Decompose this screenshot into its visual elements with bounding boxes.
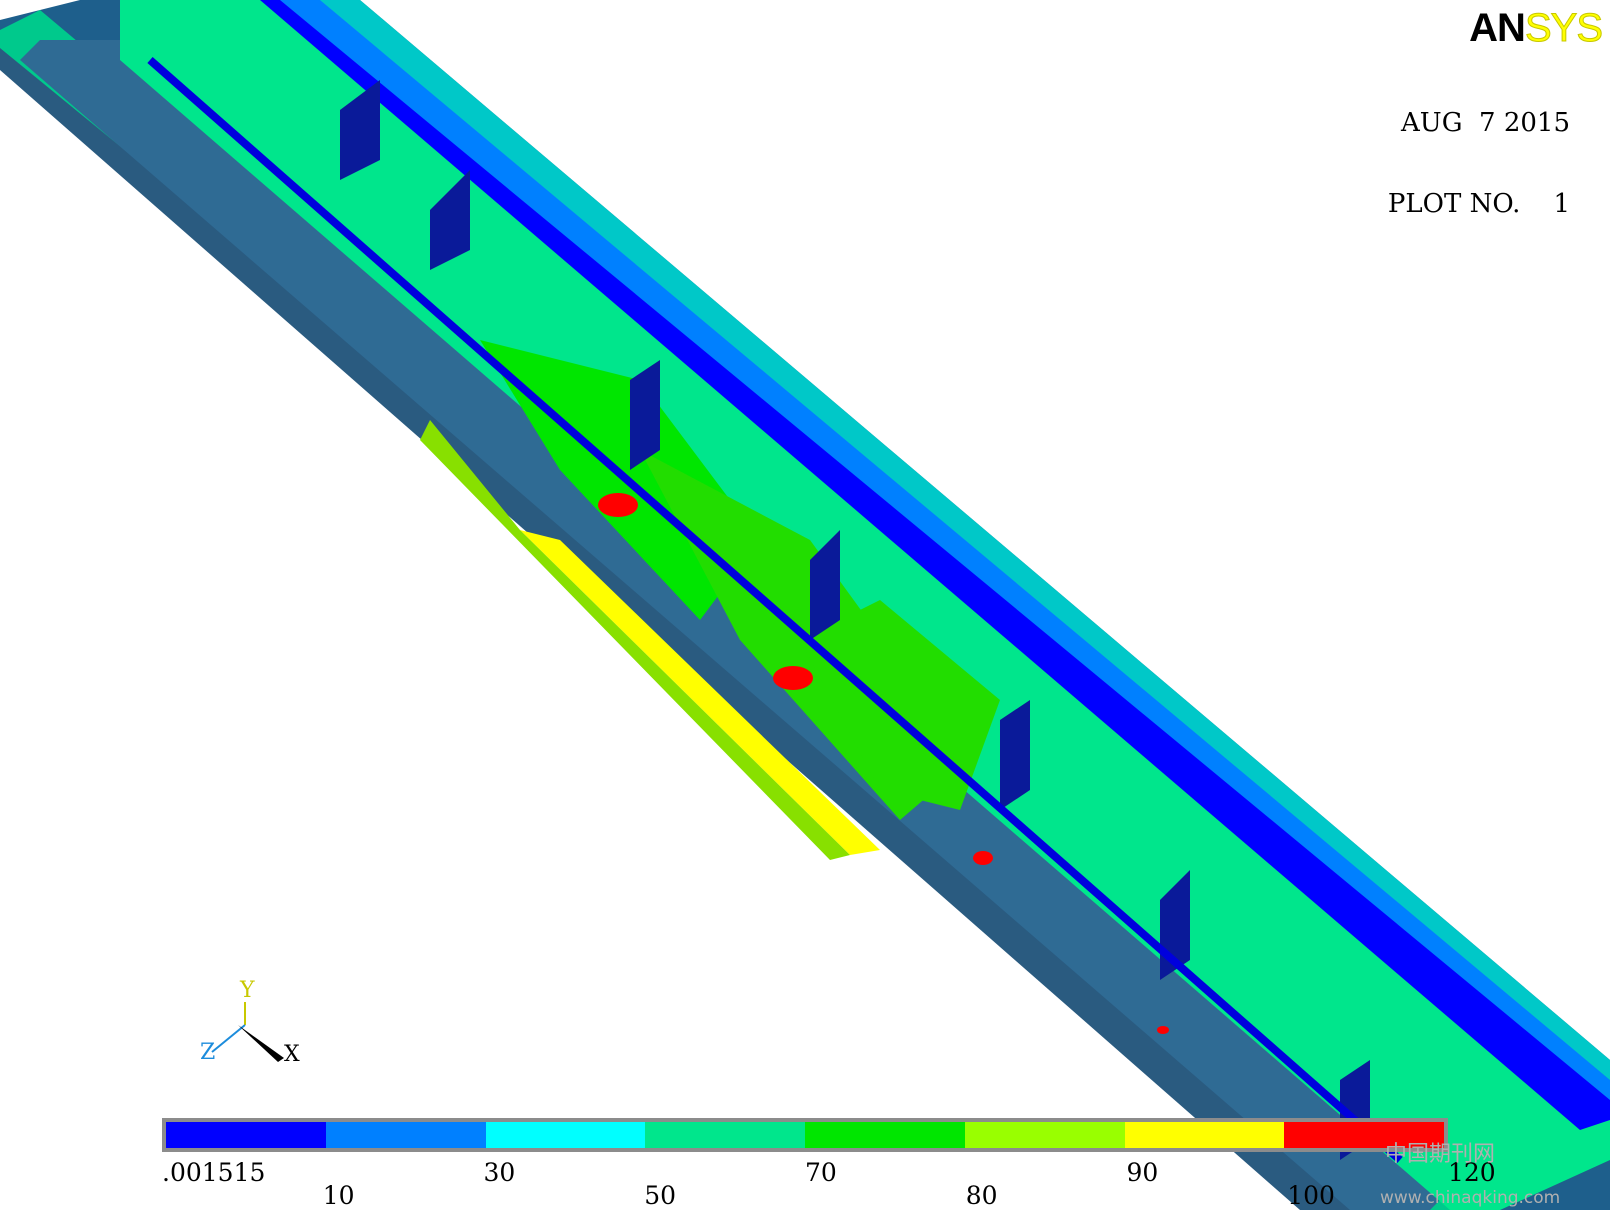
diagonal-rib: [147, 56, 1403, 1164]
legend-tick-lower: 50: [644, 1181, 677, 1210]
plot-number: PLOT NO. 1: [1387, 189, 1570, 219]
legend-swatch-2: [485, 1122, 646, 1148]
contour-plot-area: ANSYS AUG 7 2015 PLOT NO. 1 Y Z X .00151…: [0, 0, 1610, 1210]
legend-tick-upper: .001515: [162, 1158, 266, 1187]
legend-tick-lower: 10: [322, 1181, 355, 1210]
legend-tick-upper: 90: [1126, 1158, 1159, 1187]
legend-swatch-4: [805, 1122, 965, 1148]
stress-contour-model: [0, 0, 1610, 1210]
contour-legend-bar: [162, 1118, 1448, 1152]
legend-swatch-3: [645, 1122, 805, 1148]
legend-tick-lower: 100: [1287, 1181, 1335, 1210]
watermark-url: www.chinaqking.com: [1380, 1188, 1561, 1208]
plot-info: AUG 7 2015 PLOT NO. 1: [1388, 56, 1570, 272]
triad-x-label: X: [284, 1042, 300, 1067]
watermark-cn: 中国期刊网: [1385, 1142, 1496, 1167]
hotspot-3: [973, 851, 993, 865]
hotspot-2: [773, 666, 813, 690]
legend-tick-upper: 70: [805, 1158, 837, 1187]
legend-tick-lower: 80: [965, 1181, 998, 1210]
triad-z-label: Z: [200, 1040, 216, 1065]
triad-z-axis: [211, 1024, 246, 1053]
legend-tick-upper: 30: [483, 1158, 516, 1187]
legend-swatch-0: [166, 1122, 326, 1148]
triad-y-label: Y: [240, 978, 255, 1003]
plot-date: AUG 7 2015: [1401, 108, 1570, 138]
ansys-logo: ANSYS: [1469, 6, 1603, 51]
legend-swatch-5: [964, 1122, 1125, 1148]
legend-swatch-6: [1124, 1122, 1285, 1148]
hotspot-4: [1157, 1026, 1169, 1034]
hotspot-1: [598, 493, 638, 517]
upper-web-strip: [120, 0, 1610, 1210]
triad-x-axis: [238, 1025, 284, 1062]
legend-swatch-1: [325, 1122, 486, 1148]
